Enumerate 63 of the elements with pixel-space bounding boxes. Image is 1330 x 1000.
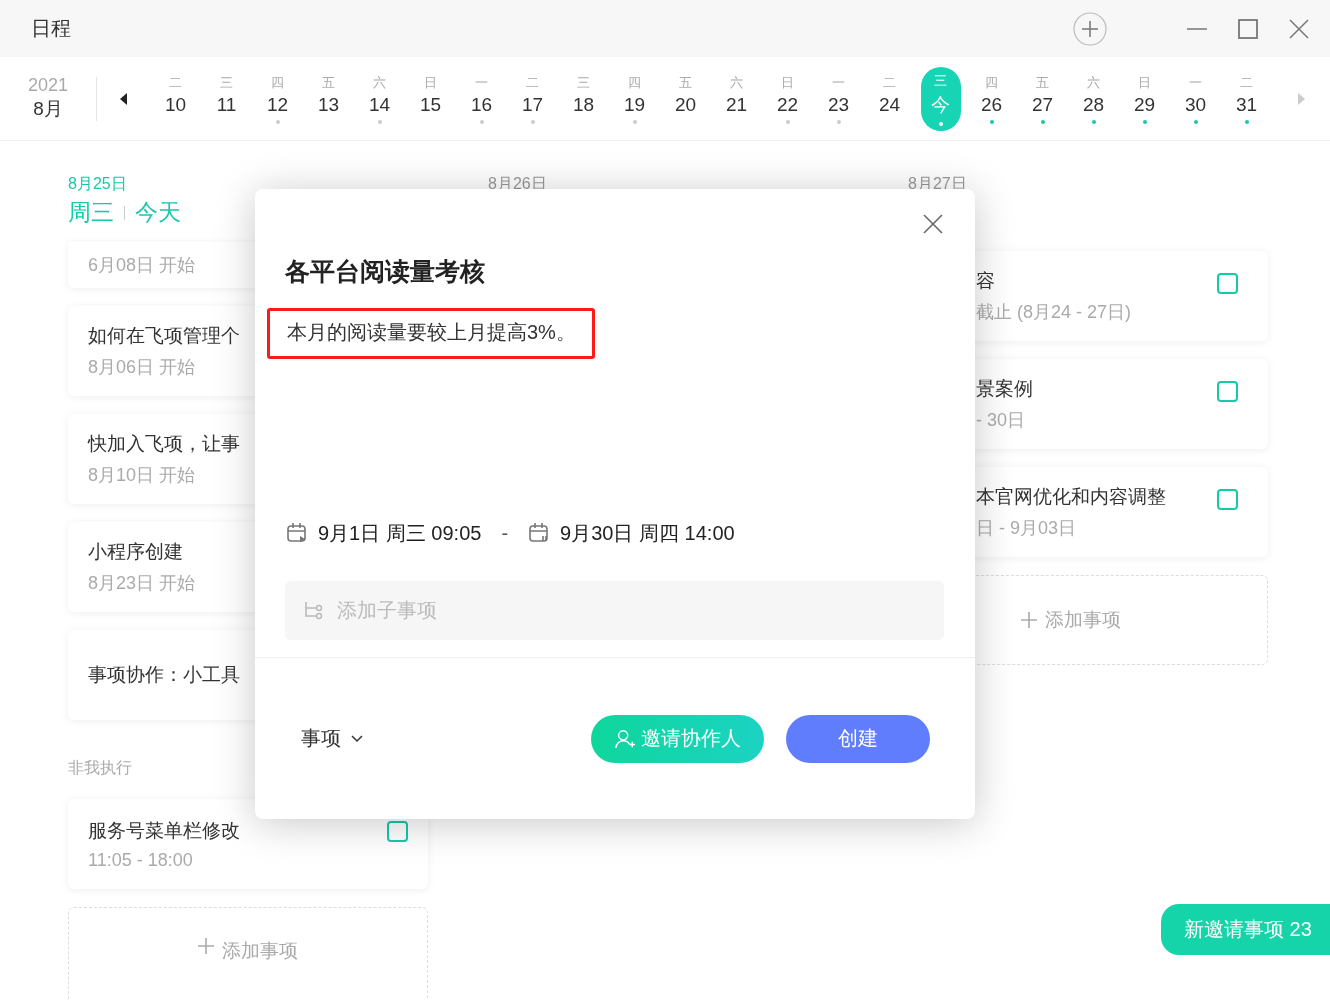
caret-icon (351, 734, 363, 743)
date-tab[interactable]: 五 13 (303, 66, 354, 131)
date-tab[interactable]: 五 27 (1017, 66, 1068, 131)
date-tab[interactable]: 日 22 (762, 66, 813, 131)
create-button[interactable]: 创建 (786, 714, 930, 763)
add-person-icon (614, 728, 635, 749)
section-label: 非我执行 (68, 758, 132, 778)
date-tab[interactable]: 日 29 (1119, 66, 1170, 131)
task-title: 服务号菜单栏修改 (88, 818, 240, 843)
calendar-icon (528, 522, 551, 544)
task-checkbox[interactable] (1217, 381, 1238, 402)
task-checkbox[interactable] (1217, 273, 1238, 294)
task-date: 8月23日 开始 (88, 572, 196, 595)
task-title: 本官网优化和内容调整 (976, 485, 1166, 509)
task-date: 8月06日 开始 (88, 356, 196, 379)
calendar-icon (286, 522, 308, 544)
date-tab[interactable]: 六 14 (354, 66, 405, 131)
maximize-icon[interactable] (1237, 17, 1259, 40)
task-title: 如何在飞项管理个 (88, 324, 240, 348)
date-tab[interactable]: 二 24 (864, 66, 915, 131)
close-icon[interactable] (923, 214, 943, 234)
task-time: 11:05 - 18:00 (88, 849, 193, 871)
date-tab[interactable]: 二 17 (507, 66, 558, 131)
window-title: 日程 (31, 16, 71, 41)
date-tab[interactable]: 四 26 (966, 66, 1017, 131)
task-description: 本月的阅读量要较上月提高3%。 (267, 308, 595, 359)
task-date: - 30日 (976, 409, 1026, 432)
end-time[interactable]: 9月30日 周四 14:00 (560, 519, 735, 547)
type-dropdown[interactable]: 事项 (285, 718, 379, 759)
task-title: 小程序创建 (88, 540, 183, 564)
task-checkbox[interactable] (1217, 489, 1238, 510)
date-tab[interactable]: 二 10 (150, 66, 201, 131)
date-tab[interactable]: 五 20 (660, 66, 711, 131)
date-tab[interactable]: 六 21 (711, 66, 762, 131)
task-title: 事项协作：小工具 (88, 663, 240, 687)
date-tab[interactable]: 二 31 (1221, 66, 1272, 131)
add-icon[interactable] (1073, 11, 1107, 46)
date-tab[interactable]: 四 12 (252, 66, 303, 131)
task-date: 8月10日 开始 (88, 464, 196, 487)
month-label: 8月 (33, 97, 63, 121)
year-label: 2021 (27, 75, 68, 96)
today-label: 今天 (135, 198, 181, 227)
close-icon[interactable] (1288, 17, 1310, 40)
date-tab[interactable]: 三 11 (201, 66, 252, 131)
date-tab[interactable]: 六 28 (1068, 66, 1119, 131)
previous-icon[interactable] (119, 92, 128, 105)
plus-icon (1021, 612, 1037, 628)
date-tab[interactable]: 日 15 (405, 66, 456, 131)
task-title: 容 (976, 269, 995, 293)
task-date: 截止 (8月24 - 27日) (976, 301, 1132, 324)
next-icon[interactable] (1297, 92, 1305, 105)
weekday-label: 周三 (68, 198, 114, 227)
range-separator: - (501, 521, 509, 545)
task-date: 6月08日 开始 (88, 254, 196, 277)
plus-icon (198, 938, 214, 954)
task-checkbox[interactable] (387, 821, 408, 842)
date-tab[interactable]: 三 18 (558, 66, 609, 131)
date-tab[interactable]: 四 19 (609, 66, 660, 131)
task-title: 景案例 (976, 377, 1033, 401)
task-date: 日 - 9月03日 (976, 517, 1077, 540)
column-date: 8月25日 (68, 174, 127, 194)
task-title: 快加入飞项，让事 (88, 432, 240, 456)
subtask-field[interactable]: 添加子事项 (285, 581, 944, 640)
